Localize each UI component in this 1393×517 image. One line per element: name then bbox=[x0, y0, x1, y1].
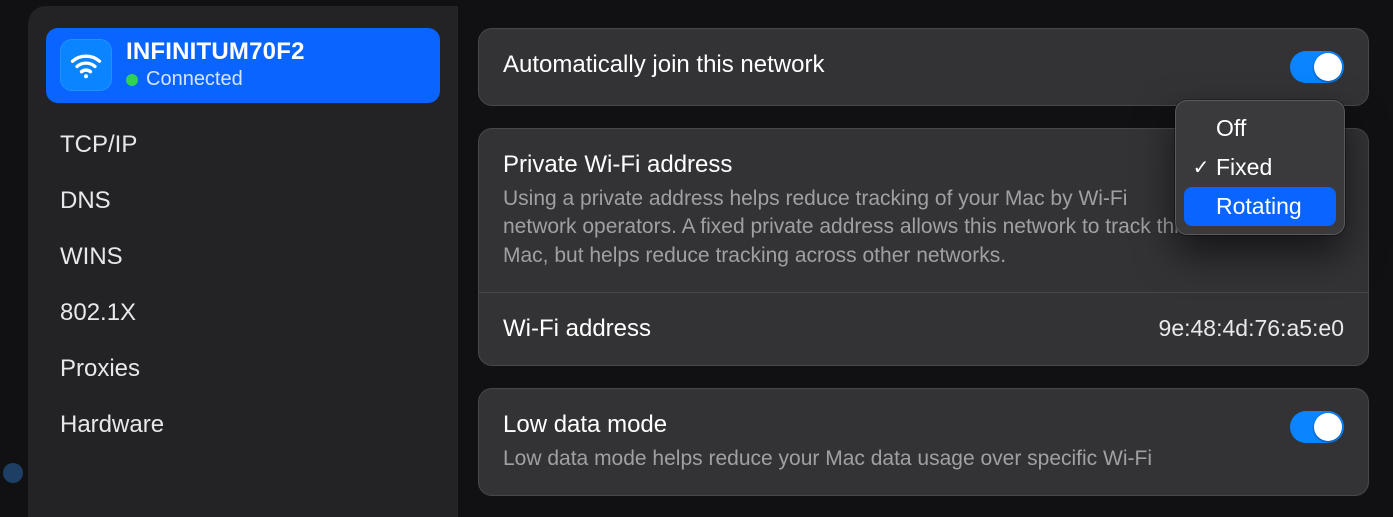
private-address-desc: Using a private address helps reduce tra… bbox=[503, 185, 1193, 270]
low-data-card: Low data mode Low data mode helps reduce… bbox=[478, 388, 1369, 496]
wifi-address-value: 9e:48:4d:76:a5:e0 bbox=[1159, 315, 1344, 342]
menu-item-off[interactable]: Off bbox=[1184, 109, 1336, 148]
private-address-menu[interactable]: Off ✓ Fixed Rotating bbox=[1175, 100, 1345, 235]
wifi-icon bbox=[60, 39, 112, 91]
menu-item-label: Rotating bbox=[1216, 193, 1302, 220]
low-data-toggle[interactable] bbox=[1290, 411, 1344, 443]
sidebar-item-hardware[interactable]: Hardware bbox=[48, 397, 438, 453]
network-status-text: Connected bbox=[146, 68, 243, 91]
check-icon: ✓ bbox=[1190, 155, 1212, 180]
network-name: INFINITUM70F2 bbox=[126, 38, 305, 66]
menu-item-label: Off bbox=[1216, 115, 1246, 142]
auto-join-title: Automatically join this network bbox=[503, 51, 824, 79]
auto-join-toggle[interactable] bbox=[1290, 51, 1344, 83]
status-dot-icon bbox=[126, 74, 138, 86]
auto-join-card: Automatically join this network bbox=[478, 28, 1369, 106]
sidebar-item-8021x[interactable]: 802.1X bbox=[48, 285, 438, 341]
wifi-address-row: Wi-Fi address 9e:48:4d:76:a5:e0 bbox=[479, 292, 1368, 365]
sidebar: INFINITUM70F2 Connected TCP/IP DNS WINS … bbox=[28, 6, 458, 517]
background-app-peek bbox=[3, 463, 23, 483]
auto-join-row: Automatically join this network bbox=[479, 29, 1368, 105]
sidebar-item-wins[interactable]: WINS bbox=[48, 229, 438, 285]
sidebar-item-tcpip[interactable]: TCP/IP bbox=[48, 117, 438, 173]
low-data-row: Low data mode Low data mode helps reduce… bbox=[479, 389, 1368, 495]
low-data-desc: Low data mode helps reduce your Mac data… bbox=[503, 445, 1152, 473]
sidebar-list: TCP/IP DNS WINS 802.1X Proxies Hardware bbox=[46, 111, 440, 453]
menu-item-label: Fixed bbox=[1216, 154, 1272, 181]
menu-item-rotating[interactable]: Rotating bbox=[1184, 187, 1336, 226]
network-status: Connected bbox=[126, 68, 305, 91]
sidebar-item-proxies[interactable]: Proxies bbox=[48, 341, 438, 397]
sidebar-item-dns[interactable]: DNS bbox=[48, 173, 438, 229]
wifi-address-label: Wi-Fi address bbox=[503, 315, 651, 343]
low-data-title: Low data mode bbox=[503, 411, 1152, 439]
network-text: INFINITUM70F2 Connected bbox=[126, 38, 305, 91]
menu-item-fixed[interactable]: ✓ Fixed bbox=[1184, 148, 1336, 187]
main-panel: Automatically join this network Private … bbox=[458, 6, 1393, 517]
sidebar-network-item[interactable]: INFINITUM70F2 Connected bbox=[46, 28, 440, 103]
